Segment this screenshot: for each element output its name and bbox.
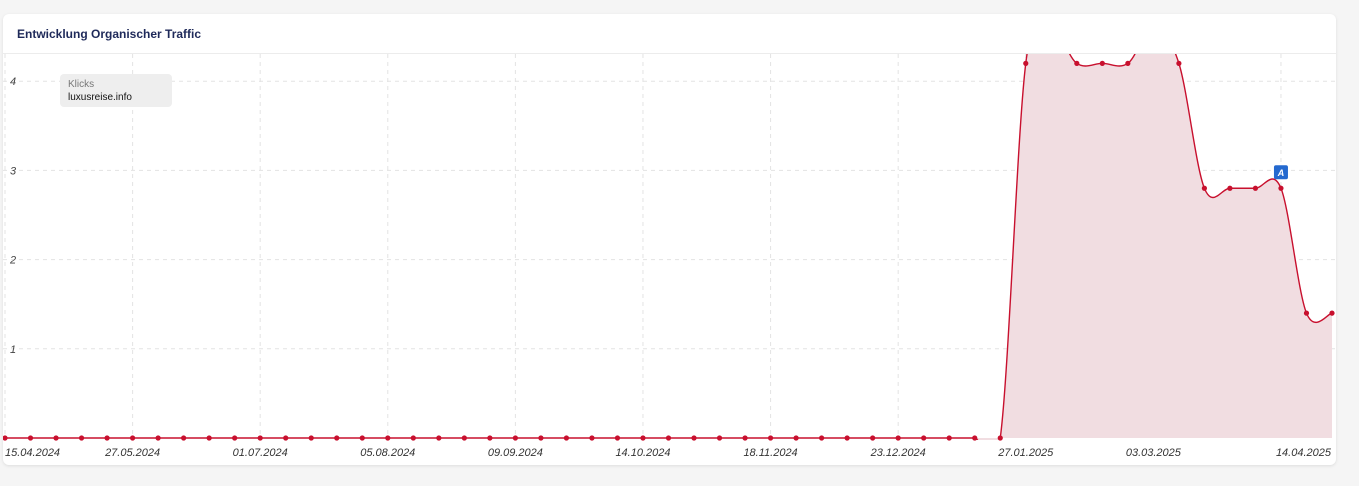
data-point <box>181 435 187 441</box>
data-point <box>283 435 289 441</box>
y-tick-label: 4 <box>10 76 16 88</box>
legend-site-label: luxusreise.info <box>68 92 132 103</box>
data-point <box>921 435 927 441</box>
data-point <box>359 435 365 441</box>
data-point <box>512 435 518 441</box>
data-point <box>232 435 238 441</box>
data-point <box>3 435 8 441</box>
data-point <box>78 435 85 441</box>
x-tick-label: 03.03.2025 <box>1126 447 1182 459</box>
data-point <box>155 435 161 441</box>
data-point <box>691 435 697 441</box>
y-tick-label: 3 <box>10 165 17 177</box>
x-tick-label: 05.08.2024 <box>360 447 415 459</box>
legend-box: Klicks luxusreise.info <box>60 74 172 107</box>
y-tick-label: 1 <box>10 344 16 356</box>
series-area <box>5 54 1332 440</box>
data-point <box>972 435 978 441</box>
data-point <box>104 435 110 441</box>
data-point <box>1252 185 1259 191</box>
data-point <box>640 435 646 441</box>
data-point <box>1227 185 1233 191</box>
data-point <box>997 435 1003 441</box>
x-tick-label: 14.04.2025 <box>1276 447 1332 459</box>
y-tick-label: 2 <box>9 255 16 267</box>
data-point <box>946 435 952 441</box>
data-point <box>1278 185 1284 191</box>
data-point <box>1074 60 1080 66</box>
data-point <box>1329 310 1335 316</box>
annotation-label: A <box>1277 168 1285 178</box>
data-point <box>870 435 876 441</box>
data-point <box>895 435 901 441</box>
data-point <box>614 435 621 441</box>
data-point <box>436 435 442 441</box>
x-tick-label: 27.01.2025 <box>997 447 1054 459</box>
data-point <box>793 435 799 441</box>
data-point <box>742 435 748 441</box>
data-point <box>206 435 212 441</box>
x-tick-label: 27.05.2024 <box>104 447 160 459</box>
x-tick-label: 14.10.2024 <box>615 447 670 459</box>
data-point <box>665 435 672 441</box>
data-point <box>1201 185 1208 191</box>
data-point <box>487 435 493 441</box>
data-point <box>538 435 544 441</box>
data-point <box>716 435 723 441</box>
legend-series-label: Klicks <box>68 79 95 90</box>
data-point <box>589 435 595 441</box>
data-point <box>129 435 136 441</box>
data-point <box>334 435 340 441</box>
data-point <box>844 435 850 441</box>
x-tick-label: 18.11.2024 <box>743 447 797 459</box>
data-point <box>1125 60 1131 66</box>
data-point <box>1099 60 1105 66</box>
data-point <box>385 435 391 441</box>
data-point <box>27 435 34 441</box>
traffic-card: Entwicklung Organischer Traffic 1 2 3 4 15.0… <box>3 14 1336 465</box>
traffic-chart[interactable]: 1 2 3 4 15.04.2024 27.05.2024 01.07.2024 05.08.… <box>3 14 1336 465</box>
x-tick-label: 23.12.2024 <box>870 447 926 459</box>
data-point <box>257 435 263 441</box>
data-point <box>308 435 314 441</box>
x-tick-label: 01.07.2024 <box>233 447 288 459</box>
data-point <box>1023 60 1029 66</box>
data-point <box>767 435 774 441</box>
data-point <box>461 435 467 441</box>
x-tick-label: 15.04.2024 <box>5 447 60 459</box>
data-point <box>53 435 59 441</box>
data-point <box>563 435 570 441</box>
data-point <box>1176 60 1182 66</box>
data-point <box>1303 310 1310 316</box>
data-point <box>819 435 825 441</box>
x-tick-label: 09.09.2024 <box>488 447 543 459</box>
data-point <box>410 435 416 441</box>
